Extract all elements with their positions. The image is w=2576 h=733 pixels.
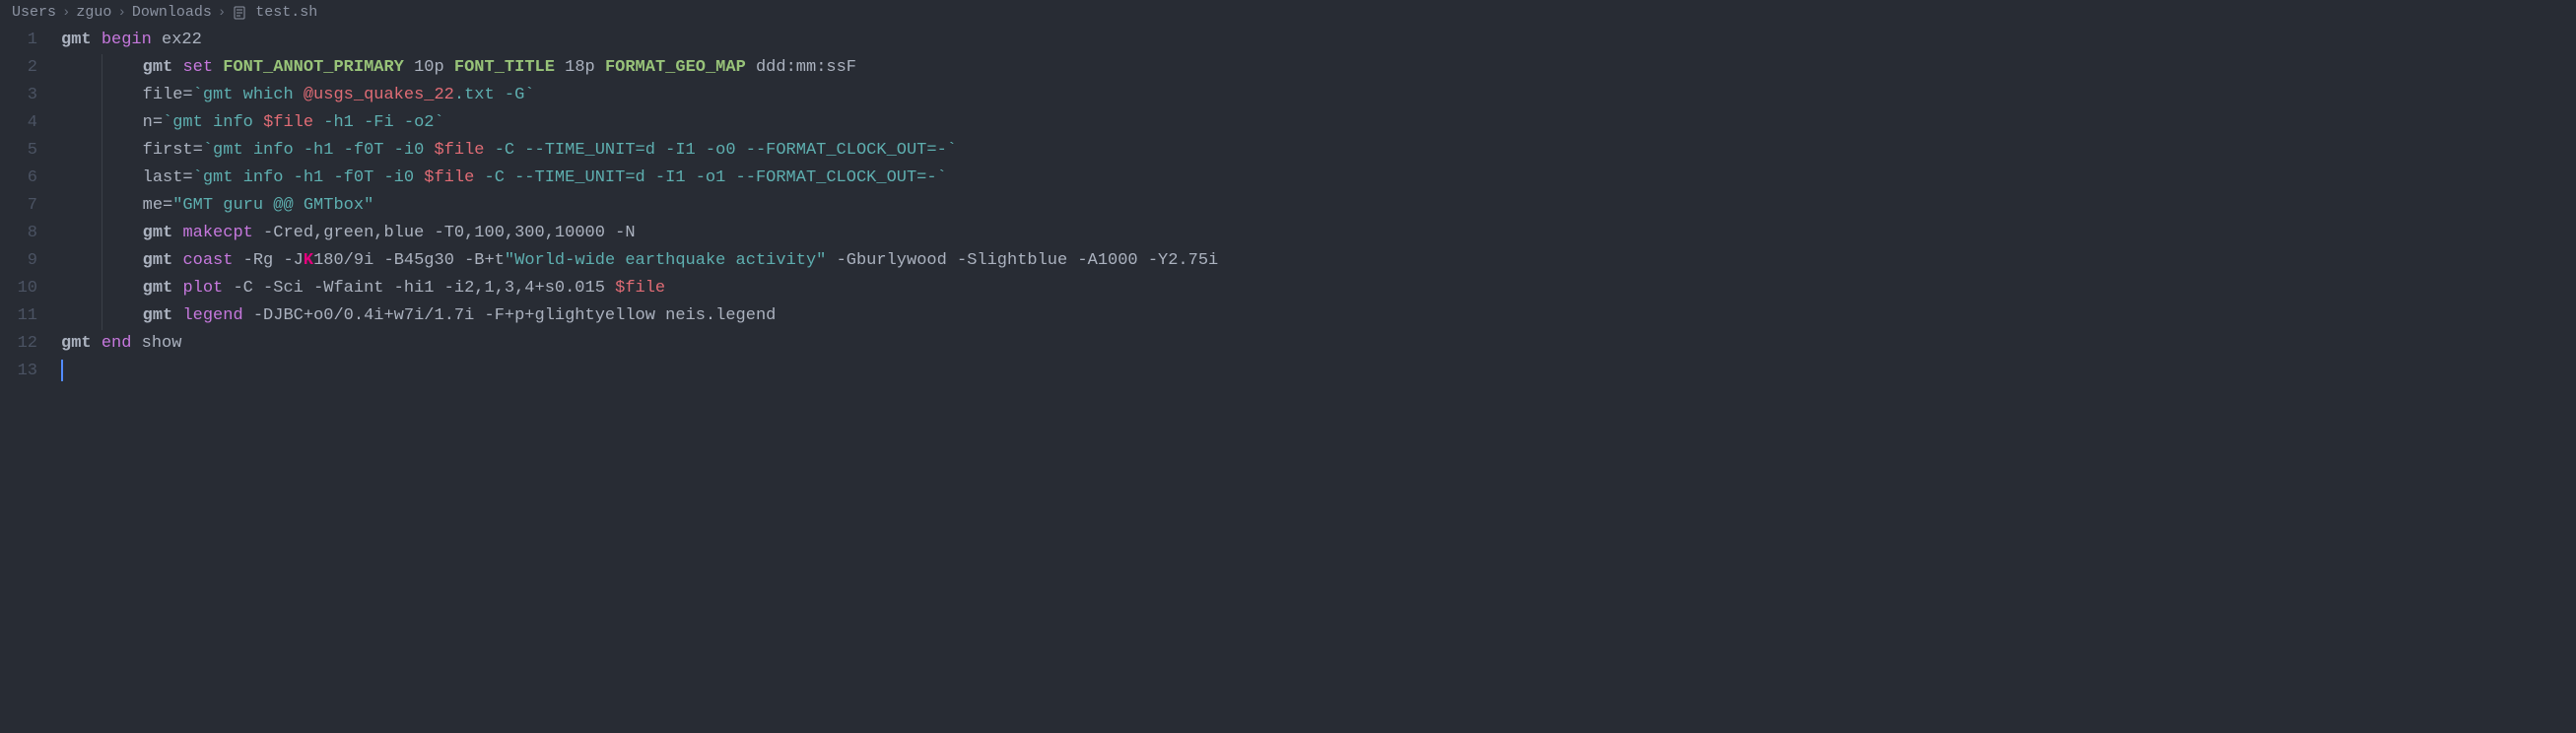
code-token (172, 275, 182, 302)
code-token: .txt -G` (454, 82, 535, 109)
code-token: "GMT guru @@ GMTbox" (172, 192, 373, 220)
code-token: 18p (555, 54, 605, 82)
code-line[interactable] (61, 358, 2576, 385)
code-token (213, 54, 223, 82)
code-line[interactable]: gmt end show (61, 330, 2576, 358)
code-token: $file (263, 109, 313, 137)
breadcrumb-part[interactable]: Users (12, 4, 56, 21)
line-number: 6 (0, 165, 37, 192)
file-icon (232, 5, 247, 21)
chevron-right-icon: › (62, 5, 70, 21)
breadcrumb-part[interactable]: zguo (76, 4, 111, 21)
code-token: gmt (143, 220, 173, 247)
line-number: 1 (0, 27, 37, 54)
code-line[interactable]: gmt makecpt -Cred,green,blue -T0,100,300… (61, 220, 2576, 247)
code-token (92, 330, 102, 358)
code-token: gmt (143, 275, 173, 302)
text-cursor (61, 360, 63, 381)
line-number: 10 (0, 275, 37, 302)
code-token: FONT_TITLE (454, 54, 555, 82)
code-token: -C -Sci -Wfaint -hi1 -i2,1,3,4+s0.015 (223, 275, 615, 302)
line-number: 7 (0, 192, 37, 220)
code-token: coast (182, 247, 233, 275)
code-token: `gmt info -h1 -f0T -i0 (203, 137, 435, 165)
chevron-right-icon: › (218, 5, 226, 21)
code-token: -h1 -Fi -o2` (313, 109, 444, 137)
code-token (172, 220, 182, 247)
code-line[interactable]: gmt begin ex22 (61, 27, 2576, 54)
code-token: "World-wide earthquake activity" (505, 247, 826, 275)
code-line[interactable]: first=`gmt info -h1 -f0T -i0 $file -C --… (61, 137, 2576, 165)
line-number: 12 (0, 330, 37, 358)
code-token: ddd:mm:ssF (746, 54, 856, 82)
code-token: begin (102, 27, 152, 54)
chevron-right-icon: › (117, 5, 125, 21)
code-token: 180/9i -B45g30 -B+t (313, 247, 505, 275)
code-line[interactable]: n=`gmt info $file -h1 -Fi -o2` (61, 109, 2576, 137)
code-token: -C --TIME_UNIT=d -I1 -o0 --FORMAT_CLOCK_… (485, 137, 957, 165)
line-number: 5 (0, 137, 37, 165)
code-editor[interactable]: 12345678910111213 gmt begin ex22 gmt set… (0, 25, 2576, 385)
code-token: legend (182, 302, 242, 330)
code-token: -Cred,green,blue -T0,100,300,10000 -N (253, 220, 636, 247)
code-token (92, 27, 102, 54)
code-token: `gmt info -h1 -f0T -i0 (193, 165, 425, 192)
breadcrumb[interactable]: Users › zguo › Downloads › test.sh (0, 0, 2576, 25)
code-token: gmt (143, 302, 173, 330)
code-token: gmt (61, 330, 92, 358)
code-token: -DJBC+o0/0.4i+w7i/1.7i -F+p+glightyellow… (243, 302, 777, 330)
code-token: end (102, 330, 132, 358)
code-token: makecpt (182, 220, 252, 247)
code-token: show (131, 330, 181, 358)
code-token: -C --TIME_UNIT=d -I1 -o1 --FORMAT_CLOCK_… (474, 165, 946, 192)
code-line[interactable]: gmt coast -Rg -JK180/9i -B45g30 -B+t"Wor… (61, 247, 2576, 275)
code-token: $file (434, 137, 484, 165)
code-line[interactable]: gmt plot -C -Sci -Wfaint -hi1 -i2,1,3,4+… (61, 275, 2576, 302)
code-token (152, 27, 162, 54)
code-token: set (182, 54, 213, 82)
code-token: `gmt which (193, 82, 304, 109)
code-token: ex22 (162, 27, 202, 54)
code-token (172, 302, 182, 330)
code-token: $file (615, 275, 665, 302)
code-token: -Rg -J (233, 247, 303, 275)
code-token: file= (143, 82, 193, 109)
code-token: plot (182, 275, 223, 302)
code-area[interactable]: gmt begin ex22 gmt set FONT_ANNOT_PRIMAR… (61, 27, 2576, 385)
code-token: `gmt info (163, 109, 263, 137)
code-token: $file (424, 165, 474, 192)
code-token: @usgs_quakes_22 (304, 82, 454, 109)
breadcrumb-part[interactable]: Downloads (132, 4, 212, 21)
code-line[interactable]: file=`gmt which @usgs_quakes_22.txt -G` (61, 82, 2576, 109)
code-token (172, 247, 182, 275)
code-token: n= (143, 109, 163, 137)
line-number: 11 (0, 302, 37, 330)
code-line[interactable]: gmt set FONT_ANNOT_PRIMARY 10p FONT_TITL… (61, 54, 2576, 82)
line-number-gutter: 12345678910111213 (0, 27, 61, 385)
line-number: 8 (0, 220, 37, 247)
line-number: 4 (0, 109, 37, 137)
code-token: me= (143, 192, 173, 220)
code-token: gmt (143, 247, 173, 275)
code-token: -Gburlywood -Slightblue -A1000 -Y2.75i (826, 247, 1218, 275)
code-line[interactable]: last=`gmt info -h1 -f0T -i0 $file -C --T… (61, 165, 2576, 192)
code-token: 10p (404, 54, 454, 82)
code-line[interactable]: gmt legend -DJBC+o0/0.4i+w7i/1.7i -F+p+g… (61, 302, 2576, 330)
line-number: 2 (0, 54, 37, 82)
code-token: first= (143, 137, 203, 165)
code-token: K (304, 247, 313, 275)
code-token (172, 54, 182, 82)
line-number: 13 (0, 358, 37, 385)
line-number: 9 (0, 247, 37, 275)
line-number: 3 (0, 82, 37, 109)
breadcrumb-file[interactable]: test.sh (255, 4, 317, 21)
code-token: FORMAT_GEO_MAP (605, 54, 746, 82)
code-token: gmt (61, 27, 92, 54)
code-token: last= (143, 165, 193, 192)
code-token: gmt (143, 54, 173, 82)
code-line[interactable]: me="GMT guru @@ GMTbox" (61, 192, 2576, 220)
code-token: FONT_ANNOT_PRIMARY (223, 54, 404, 82)
